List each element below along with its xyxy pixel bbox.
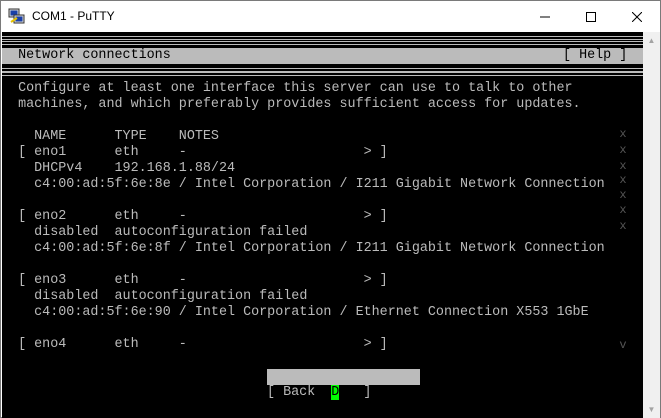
close-icon [632, 11, 642, 22]
scroll-up-icon[interactable]: ▲ [643, 32, 660, 49]
intro-line-2: machines, and which preferably provides … [2, 97, 581, 112]
maximize-button[interactable] [568, 1, 614, 32]
close-button[interactable] [614, 1, 660, 32]
interface-detail: c4:00:ad:5f:6e:8e / Intel Corporation / … [2, 177, 605, 192]
column-headers: NAME TYPE NOTES [2, 129, 219, 144]
top-rule-2 [2, 41, 643, 45]
minimize-icon [540, 16, 550, 17]
header-bar: Network connections [ Help ] [2, 48, 643, 64]
scroll-indicator: x [619, 127, 627, 141]
interface-row-eno3[interactable]: [ eno3 eth - > ] [2, 273, 388, 289]
maximize-icon [586, 11, 596, 22]
terminal-screen[interactable]: Network connections [ Help ] Configure a… [2, 32, 643, 418]
top-rule [2, 36, 643, 40]
minimize-button[interactable] [522, 1, 568, 32]
scroll-indicator: x [619, 188, 627, 202]
intro-line-1: Configure at least one interface this se… [2, 81, 573, 96]
putty-window: COM1 - PuTTY Network connections [ Help … [0, 0, 661, 418]
done-button[interactable]: [ Done ] [267, 369, 420, 400]
scroll-indicator: x [619, 203, 627, 217]
vertical-scrollbar[interactable]: ▲ ▼ [643, 32, 660, 418]
interface-detail: disabled autoconfiguration failed [2, 225, 308, 240]
scroll-indicator: x [619, 219, 627, 233]
putty-icon [8, 8, 25, 24]
title-bar[interactable]: COM1 - PuTTY [1, 1, 660, 32]
header-rule-2 [2, 72, 643, 76]
scroll-indicator: x [619, 173, 627, 187]
help-button[interactable]: [ Help ] [563, 48, 635, 64]
interface-detail: c4:00:ad:5f:6e:90 / Intel Corporation / … [2, 305, 589, 320]
window-title: COM1 - PuTTY [32, 9, 115, 23]
interface-detail: disabled autoconfiguration failed [2, 289, 308, 304]
scroll-indicator: v [619, 338, 627, 352]
interface-detail: c4:00:ad:5f:6e:8f / Intel Corporation / … [2, 241, 605, 256]
scroll-indicator: x [619, 143, 627, 157]
back-button[interactable]: [ Back ] [267, 385, 371, 401]
interface-row-eno1[interactable]: [ eno1 eth - > ] [2, 145, 388, 161]
interface-detail: DHCPv4 192.168.1.88/24 [2, 161, 236, 176]
page-title: Network connections [2, 48, 171, 63]
interface-row-eno4[interactable]: [ eno4 eth - > ] [2, 337, 388, 353]
scroll-down-icon[interactable]: ▼ [643, 401, 660, 418]
interface-row-eno2[interactable]: [ eno2 eth - > ] [2, 209, 388, 225]
